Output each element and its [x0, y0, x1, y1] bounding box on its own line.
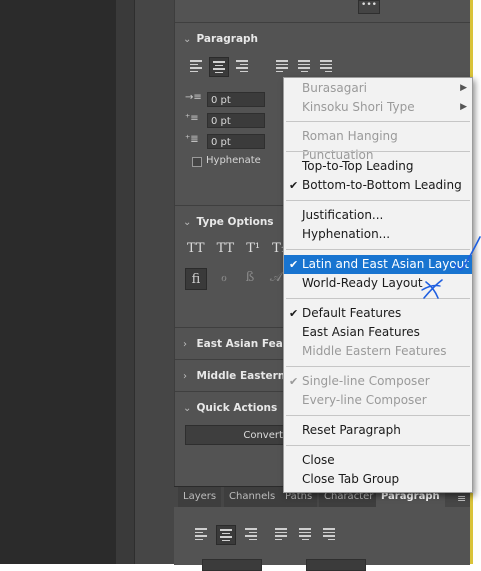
- left-indent-field[interactable]: 0 pt: [207, 92, 265, 107]
- first-line-indent-field[interactable]: 0 pt: [207, 113, 265, 128]
- tab-channels[interactable]: Channels: [224, 487, 281, 507]
- bottom-panel: Layers Channels Paths Character Paragrap…: [174, 486, 470, 571]
- justify-left-icon[interactable]: [272, 525, 290, 543]
- chevron-down-icon: ⌄: [183, 217, 192, 228]
- east-asian-features-title: East Asian Featu: [196, 338, 296, 350]
- middle-eastern-features-header[interactable]: › Middle Eastern F: [183, 369, 296, 382]
- justify-center-icon[interactable]: [295, 57, 313, 75]
- annotation-checkmark-icon: [453, 236, 481, 271]
- panel-menu-icon[interactable]: ≡: [457, 492, 466, 505]
- menu-item-justification[interactable]: Justification...: [284, 206, 472, 225]
- checkmark-icon: ✔: [289, 258, 299, 271]
- chevron-down-icon: ⌄: [183, 403, 192, 414]
- east-asian-features-header[interactable]: › East Asian Featu: [183, 337, 295, 350]
- first-line-indent-icon: ⁺≡: [185, 113, 199, 124]
- quick-actions-title: Quick Actions: [196, 402, 278, 414]
- chevron-down-icon: ⌄: [183, 34, 192, 45]
- small-caps-button[interactable]: TT: [217, 241, 235, 256]
- align-right-icon[interactable]: [233, 57, 251, 75]
- chevron-right-icon: ›: [183, 371, 187, 382]
- panel-divider: [116, 0, 134, 564]
- menu-item-top-to-top-leading[interactable]: Top-to-Top Leading: [284, 157, 472, 176]
- convert-button[interactable]: Convert t: [185, 425, 295, 445]
- hyphenate-checkbox[interactable]: [192, 157, 202, 167]
- left-indent-icon: →≡: [185, 92, 202, 103]
- annotation-marks: [421, 236, 481, 299]
- left-indent-field[interactable]: [202, 559, 262, 571]
- menu-item-roman-hanging-punctuation[interactable]: Roman Hanging Punctuation: [284, 127, 472, 162]
- menu-item-kinsoku-shori-type[interactable]: Kinsoku Shori Type ▶: [284, 98, 472, 117]
- align-left-icon[interactable]: [187, 57, 205, 75]
- justify-left-icon[interactable]: [273, 57, 291, 75]
- menu-item-close-tab-group[interactable]: Close Tab Group: [284, 470, 472, 489]
- menu-item-reset-paragraph[interactable]: Reset Paragraph: [284, 421, 472, 440]
- align-right-icon[interactable]: [242, 525, 260, 543]
- justify-right-icon[interactable]: [320, 525, 338, 543]
- space-before-field[interactable]: 0 pt: [207, 134, 265, 149]
- menu-item-bottom-to-bottom-leading[interactable]: ✔ Bottom-to-Bottom Leading: [284, 176, 472, 195]
- align-center-icon[interactable]: [216, 525, 236, 545]
- hyphenate-label: Hyphenate: [206, 155, 261, 166]
- more-options-button[interactable]: •••: [358, 0, 380, 14]
- tab-layers[interactable]: Layers: [178, 487, 222, 507]
- menu-item-single-line-composer[interactable]: ✔ Single-line Composer: [284, 372, 472, 391]
- panel-gutter: [134, 0, 175, 564]
- type-options-header[interactable]: ⌄ Type Options: [183, 215, 274, 228]
- menu-item-every-line-composer[interactable]: Every-line Composer: [284, 391, 472, 410]
- discretionary-ligature-icon[interactable]: ℴ: [215, 268, 233, 286]
- middle-eastern-features-title: Middle Eastern F: [196, 370, 297, 382]
- checkmark-icon: ✔: [289, 307, 299, 320]
- menu-item-burasagari[interactable]: Burasagari ▶: [284, 79, 472, 98]
- checkmark-icon: ✔: [289, 375, 299, 388]
- paragraph-title: Paragraph: [196, 33, 259, 45]
- menu-item-east-asian-features[interactable]: East Asian Features: [284, 323, 472, 342]
- paragraph-section-header[interactable]: ⌄ Paragraph: [183, 32, 258, 45]
- all-caps-button[interactable]: TT: [187, 241, 205, 256]
- superscript-button[interactable]: T¹: [246, 241, 260, 256]
- justify-center-icon[interactable]: [296, 525, 314, 543]
- swash-icon[interactable]: ß: [241, 268, 259, 286]
- menu-item-default-features[interactable]: ✔ Default Features: [284, 304, 472, 323]
- justify-right-icon[interactable]: [317, 57, 335, 75]
- checkmark-icon: ✔: [289, 179, 299, 192]
- type-options-title: Type Options: [196, 216, 274, 228]
- chevron-right-icon: ›: [183, 339, 187, 350]
- submenu-arrow-icon: ▶: [460, 102, 467, 112]
- menu-item-close[interactable]: Close: [284, 451, 472, 470]
- space-before-icon: ⁺≣: [185, 134, 199, 145]
- ligature-icon[interactable]: fi: [185, 268, 207, 290]
- menu-item-middle-eastern-features[interactable]: Middle Eastern Features: [284, 342, 472, 361]
- align-center-icon[interactable]: [209, 57, 229, 77]
- align-left-icon[interactable]: [192, 525, 210, 543]
- quick-actions-header[interactable]: ⌄ Quick Actions: [183, 401, 277, 414]
- canvas-area: [0, 0, 116, 564]
- right-indent-field[interactable]: [306, 559, 366, 571]
- submenu-arrow-icon: ▶: [460, 83, 467, 93]
